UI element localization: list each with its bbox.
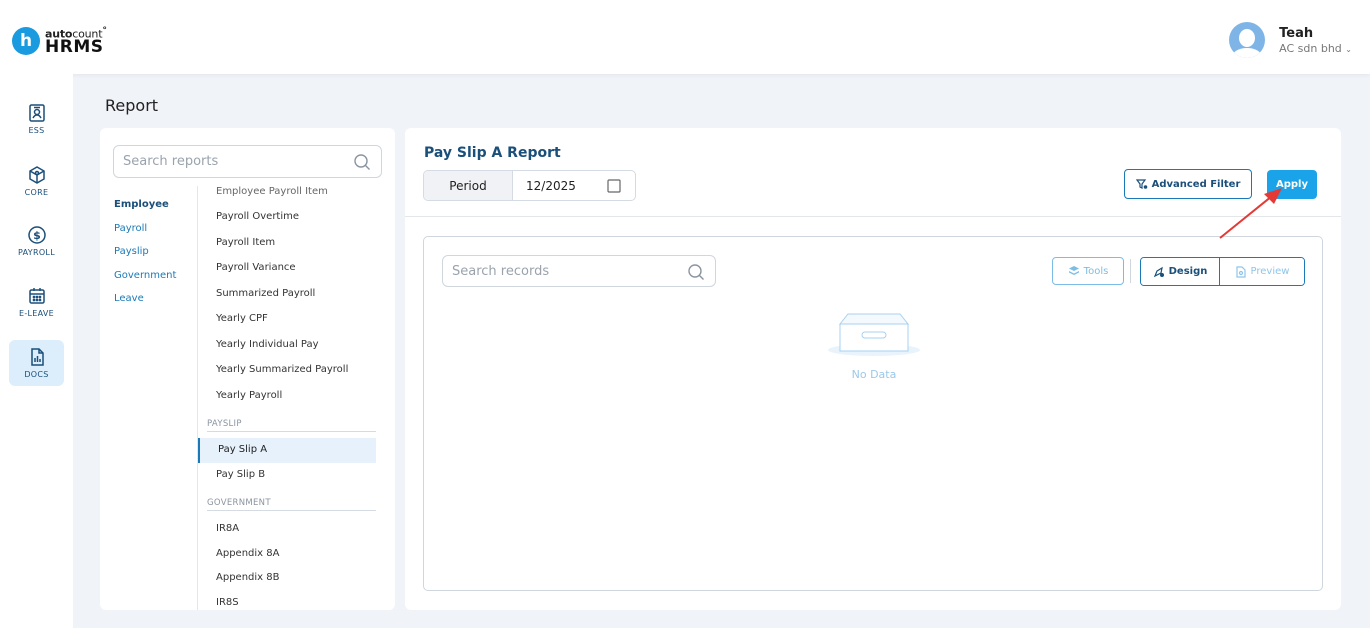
category-employee[interactable]: Employee <box>114 197 176 221</box>
autocount-hrms-logo[interactable]: h autocount° HRMS <box>12 26 107 56</box>
chevron-down-icon: ⌄ <box>1345 44 1352 54</box>
svg-text:$: $ <box>33 229 41 242</box>
sidebar-item-payroll[interactable]: $ PAYROLL <box>9 218 64 264</box>
report-search-box <box>113 145 382 178</box>
user-menu[interactable]: Teah AC sdn bhd ⌄ <box>1229 22 1352 58</box>
search-icon[interactable] <box>353 153 371 171</box>
report-item-summarized-payroll[interactable]: Summarized Payroll <box>216 288 315 299</box>
calendar-icon[interactable] <box>606 178 622 194</box>
section-header-payslip: PAYSLIP <box>207 419 376 432</box>
report-item-ir8s[interactable]: IR8S <box>216 597 239 608</box>
report-item-appendix-8b[interactable]: Appendix 8B <box>216 572 279 583</box>
records-search-box <box>442 255 716 287</box>
divider <box>405 216 1341 217</box>
records-container: Tools Design Preview No Data <box>423 236 1323 591</box>
report-item-yearly-summarized-payroll[interactable]: Yearly Summarized Payroll <box>216 364 348 375</box>
category-leave[interactable]: Leave <box>114 291 176 315</box>
advanced-filter-button[interactable]: Advanced Filter <box>1124 169 1252 199</box>
category-payroll[interactable]: Payroll <box>114 221 176 245</box>
design-button[interactable]: Design <box>1141 258 1220 285</box>
report-main-panel: Pay Slip A Report Period 12/2025 Advance… <box>405 128 1341 610</box>
report-navigator: Employee Payroll Payslip Government Leav… <box>100 128 395 610</box>
report-item-payroll-item[interactable]: Payroll Item <box>216 237 275 248</box>
user-name: Teah <box>1279 25 1314 41</box>
apply-button[interactable]: Apply <box>1267 170 1317 199</box>
user-company: AC sdn bhd ⌄ <box>1279 41 1352 55</box>
period-label: Period <box>424 171 513 200</box>
app-header: h autocount° HRMS Teah AC sdn bhd ⌄ <box>0 0 1370 74</box>
search-icon[interactable] <box>687 263 705 281</box>
toolbar-separator <box>1130 259 1131 283</box>
search-records-input[interactable] <box>452 256 672 286</box>
preview-button[interactable]: Preview <box>1220 258 1304 285</box>
no-data-text: No Data <box>851 368 897 381</box>
design-icon <box>1153 266 1164 277</box>
report-item-pay-slip-a[interactable]: Pay Slip A <box>218 444 267 455</box>
design-preview-toggle: Design Preview <box>1140 257 1305 286</box>
avatar <box>1229 22 1266 58</box>
filter-settings-icon <box>1135 179 1147 189</box>
category-payslip[interactable]: Payslip <box>114 244 176 268</box>
report-item-payroll-overtime[interactable]: Payroll Overtime <box>216 211 299 222</box>
empty-box-icon <box>828 313 920 356</box>
report-item-employee-payroll-item[interactable]: Employee Payroll Item <box>216 186 328 197</box>
report-item-pay-slip-b[interactable]: Pay Slip B <box>216 469 265 480</box>
report-item-yearly-payroll[interactable]: Yearly Payroll <box>216 390 282 401</box>
layers-icon <box>1068 266 1079 275</box>
report-item-yearly-individual-pay[interactable]: Yearly Individual Pay <box>216 339 319 350</box>
sidebar-item-eleave[interactable]: E-LEAVE <box>9 279 64 325</box>
category-government[interactable]: Government <box>114 268 176 292</box>
logo-h-icon: h <box>12 26 40 55</box>
report-item-yearly-cpf[interactable]: Yearly CPF <box>216 313 268 324</box>
search-reports-input[interactable] <box>123 146 343 177</box>
period-input[interactable]: 12/2025 <box>513 171 635 200</box>
report-item-appendix-8a[interactable]: Appendix 8A <box>216 548 279 559</box>
sidebar-item-docs[interactable]: DOCS <box>9 340 64 386</box>
cube-icon <box>28 166 45 184</box>
preview-icon <box>1235 265 1246 278</box>
report-item-payroll-variance[interactable]: Payroll Variance <box>216 262 296 273</box>
page-title: Report <box>105 96 159 115</box>
tools-button[interactable]: Tools <box>1052 257 1124 285</box>
period-picker: Period 12/2025 <box>423 170 636 201</box>
section-header-government: GOVERNMENT <box>207 498 376 511</box>
sidebar-item-core[interactable]: CORE <box>9 158 64 204</box>
category-list: Employee Payroll Payslip Government Leav… <box>114 197 176 315</box>
sidebar-item-ess[interactable]: ESS <box>9 96 64 142</box>
report-title: Pay Slip A Report <box>424 145 561 161</box>
empty-state: No Data <box>824 312 924 381</box>
calendar-icon <box>28 288 45 304</box>
sidebar: ESS CORE $ PAYROLL E-LEAVE DOCS <box>0 74 73 628</box>
document-chart-icon <box>30 348 44 366</box>
report-list: Employee Payroll Item Payroll Overtime P… <box>197 186 395 610</box>
report-item-ir8a[interactable]: IR8A <box>216 523 239 534</box>
dollar-icon: $ <box>27 226 46 244</box>
id-card-icon <box>28 104 45 122</box>
